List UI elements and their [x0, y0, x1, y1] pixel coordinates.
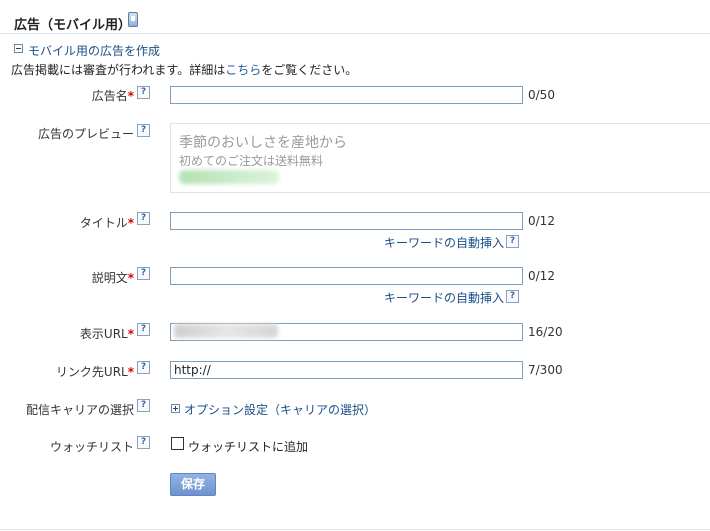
- display-url-blurred: [174, 324, 278, 338]
- divider: [0, 33, 710, 34]
- description-input[interactable]: [170, 267, 523, 285]
- keyword-insert-link[interactable]: キーワードの自動挿入: [384, 289, 504, 306]
- preview-line-1: 季節のおいしさを産地から: [179, 135, 347, 151]
- expand-toggle-icon[interactable]: [171, 404, 180, 413]
- help-icon[interactable]: ?: [137, 86, 150, 99]
- page-title: 広告（モバイル用）: [14, 18, 132, 33]
- help-icon[interactable]: ?: [137, 323, 150, 336]
- preview-line-2: 初めてのご注文は送料無料: [179, 154, 324, 168]
- title-count: 0/12: [528, 214, 555, 228]
- divider: [0, 529, 710, 530]
- create-mobile-ad-link[interactable]: モバイル用の広告を作成: [28, 42, 160, 59]
- watchlist-label: ウォッチリスト: [49, 440, 134, 454]
- keyword-insert-link[interactable]: キーワードの自動挿入: [384, 234, 504, 251]
- ad-name-label: 広告名*: [91, 89, 134, 103]
- preview-url-blurred: [179, 170, 279, 184]
- carrier-label: 配信キャリアの選択: [25, 403, 134, 417]
- help-icon[interactable]: ?: [137, 267, 150, 280]
- review-notice: 広告掲載には審査が行われます。詳細はこちらをご覧ください。: [11, 61, 357, 78]
- description-count: 0/12: [528, 269, 555, 283]
- display-url-count: 16/20: [528, 325, 563, 339]
- help-icon[interactable]: ?: [137, 124, 150, 137]
- required-mark: *: [127, 89, 134, 103]
- required-mark: *: [127, 216, 134, 230]
- link-url-label: リンク先URL*: [55, 365, 134, 379]
- help-icon[interactable]: ?: [137, 436, 150, 449]
- notice-text: 広告掲載には審査が行われます。詳細は: [11, 63, 226, 77]
- help-icon[interactable]: ?: [137, 399, 150, 412]
- link-url-count: 7/300: [528, 363, 563, 377]
- title-label: タイトル*: [79, 216, 134, 230]
- notice-text-end: をご覧ください。: [261, 63, 358, 77]
- watchlist-checkbox[interactable]: [171, 437, 184, 450]
- carrier-options-link[interactable]: オプション設定（キャリアの選択）: [184, 401, 376, 418]
- preview-label: 広告のプレビュー: [37, 127, 134, 141]
- help-icon[interactable]: ?: [506, 290, 519, 303]
- watchlist-checkbox-label: ウォッチリストに追加: [188, 440, 309, 454]
- ad-preview-box: 季節のおいしさを産地から 初めてのご注文は送料無料: [170, 123, 710, 193]
- help-icon[interactable]: ?: [137, 212, 150, 225]
- ad-name-count: 0/50: [528, 88, 555, 102]
- required-mark: *: [127, 327, 134, 341]
- link-url-input[interactable]: http://: [170, 361, 523, 379]
- help-icon[interactable]: ?: [506, 235, 519, 248]
- required-mark: *: [127, 271, 134, 285]
- display-url-label: 表示URL*: [79, 327, 134, 341]
- required-mark: *: [127, 365, 134, 379]
- details-link[interactable]: こちら: [225, 63, 261, 77]
- save-button[interactable]: 保存: [170, 473, 216, 496]
- mobile-phone-icon: [128, 12, 138, 27]
- ad-name-input[interactable]: [170, 86, 523, 104]
- help-icon[interactable]: ?: [137, 361, 150, 374]
- description-label: 説明文*: [91, 271, 134, 285]
- collapse-toggle-icon[interactable]: [14, 44, 23, 53]
- title-input[interactable]: [170, 212, 523, 230]
